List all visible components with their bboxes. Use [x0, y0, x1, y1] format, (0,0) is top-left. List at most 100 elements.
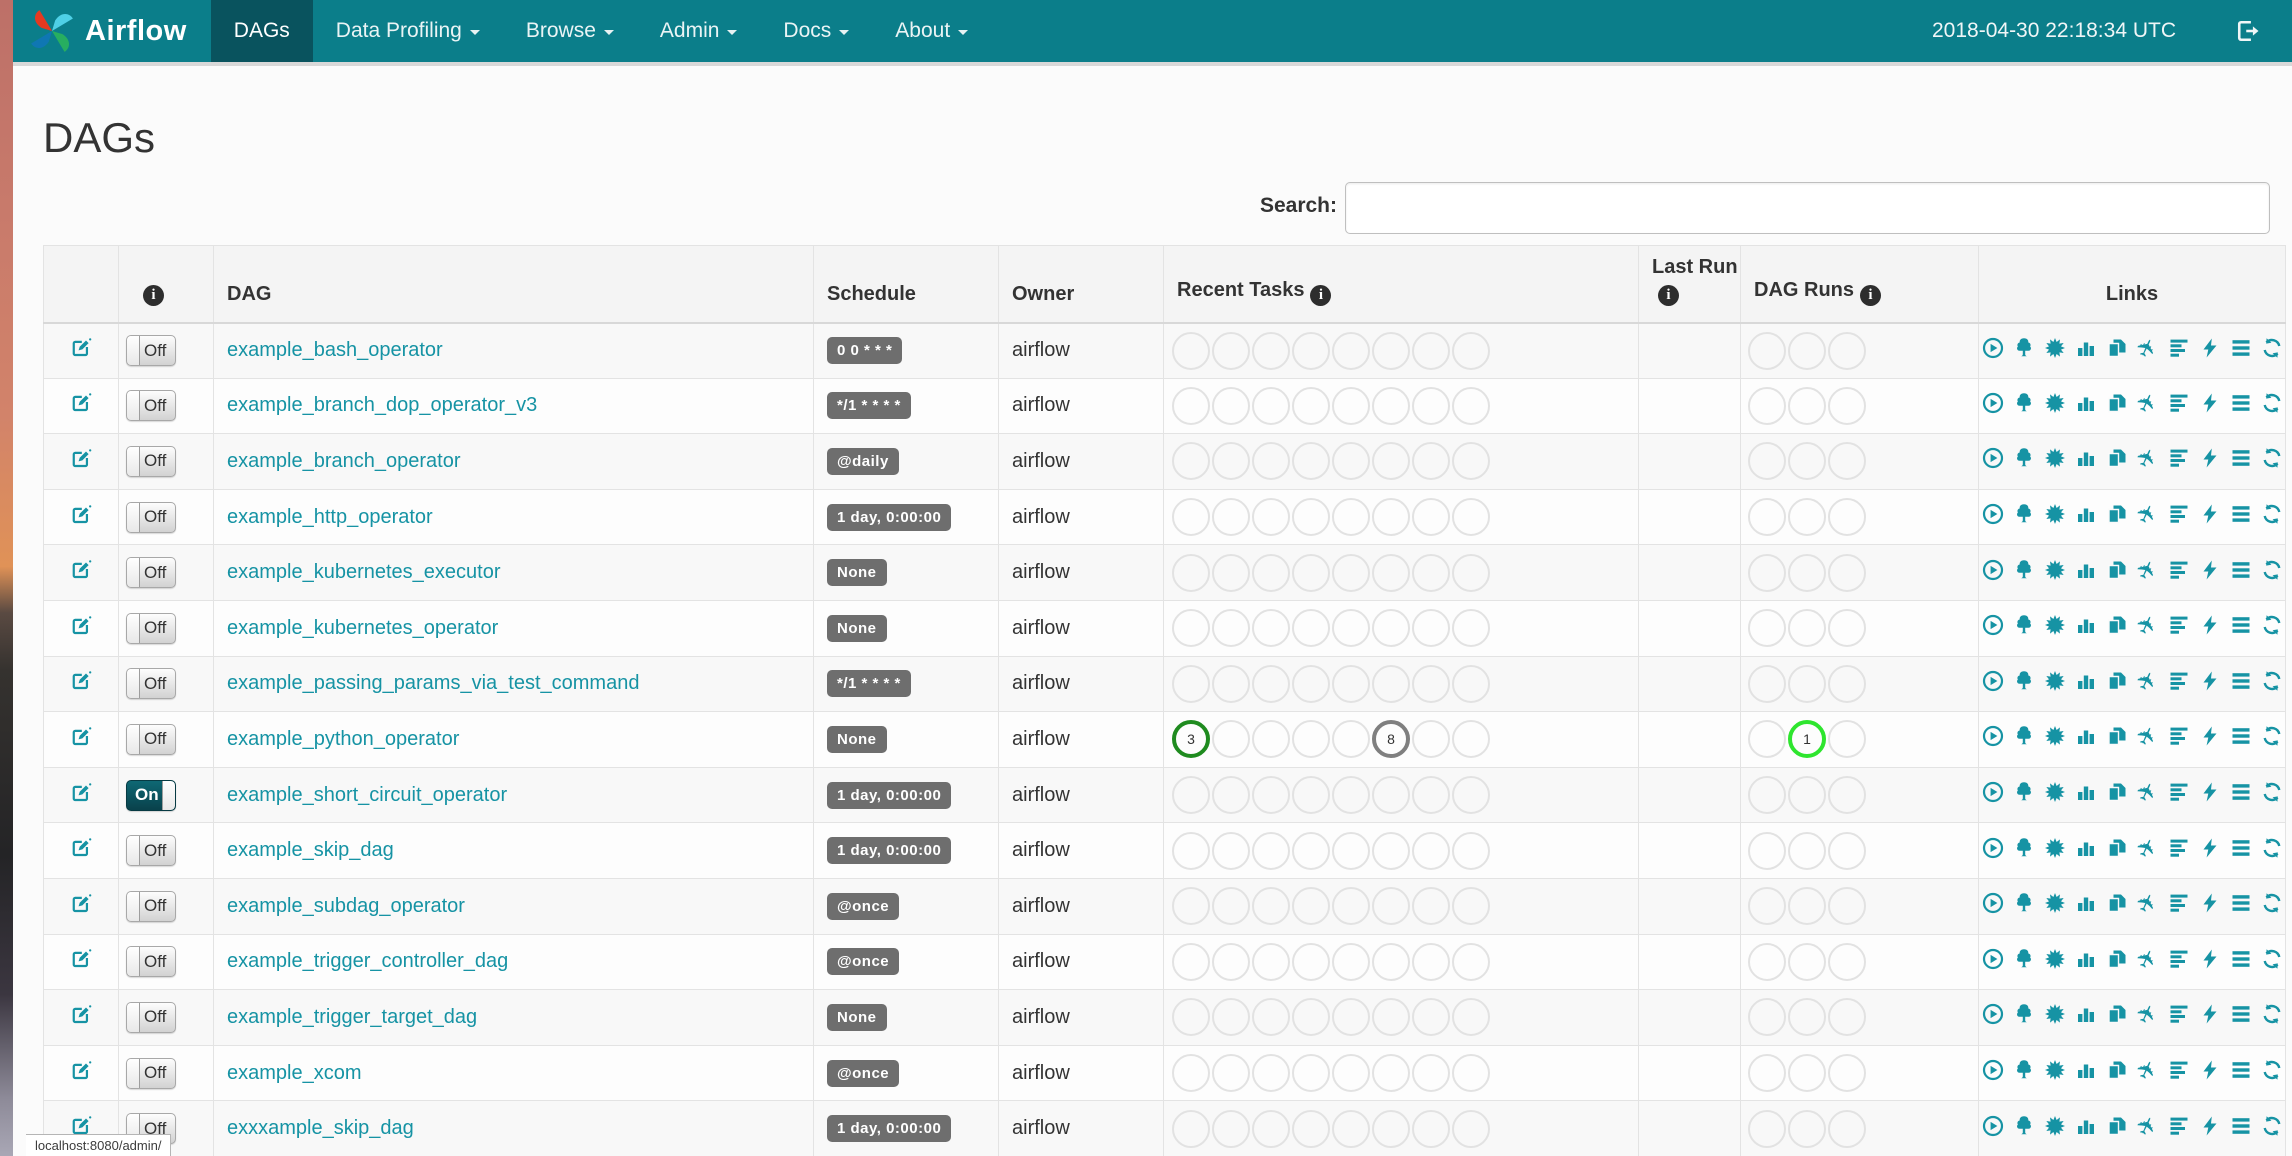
- gantt-icon[interactable]: [2168, 948, 2190, 970]
- task-state-circle[interactable]: [1412, 1054, 1450, 1093]
- gantt-icon[interactable]: [2168, 503, 2190, 525]
- graph-view-icon[interactable]: [2044, 1059, 2066, 1081]
- task-state-circle[interactable]: [1452, 1054, 1490, 1093]
- dag-pause-toggle[interactable]: Off: [126, 1001, 176, 1033]
- dag-link[interactable]: example_python_operator: [227, 728, 459, 750]
- task-state-circle[interactable]: [1252, 998, 1290, 1037]
- gantt-icon[interactable]: [2168, 1115, 2190, 1137]
- refresh-icon[interactable]: [2261, 559, 2283, 581]
- dag-run-circle[interactable]: [1788, 553, 1826, 592]
- dag-run-circle[interactable]: [1748, 998, 1786, 1037]
- task-state-circle[interactable]: [1252, 664, 1290, 703]
- gantt-icon[interactable]: [2168, 447, 2190, 469]
- task-tries-icon[interactable]: [2106, 447, 2128, 469]
- edit-dag-icon[interactable]: [70, 391, 93, 414]
- tree-view-icon[interactable]: [2013, 1059, 2035, 1081]
- code-view-icon[interactable]: [2199, 614, 2221, 636]
- task-state-circle[interactable]: [1332, 720, 1370, 759]
- task-state-circle[interactable]: [1332, 664, 1370, 703]
- landing-times-icon[interactable]: ✈: [2131, 333, 2165, 363]
- refresh-icon[interactable]: [2261, 725, 2283, 747]
- refresh-icon[interactable]: [2261, 614, 2283, 636]
- landing-times-icon[interactable]: ✈: [2131, 1055, 2165, 1085]
- code-view-icon[interactable]: [2199, 1115, 2221, 1137]
- dag-run-circle[interactable]: [1788, 1054, 1826, 1093]
- task-state-circle[interactable]: [1292, 720, 1330, 759]
- task-state-circle[interactable]: [1292, 1054, 1330, 1093]
- task-state-circle[interactable]: [1412, 386, 1450, 425]
- tree-view-icon[interactable]: [2013, 670, 2035, 692]
- task-state-circle[interactable]: [1212, 664, 1250, 703]
- refresh-icon[interactable]: [2261, 837, 2283, 859]
- task-state-circle[interactable]: [1452, 442, 1490, 481]
- dag-run-circle[interactable]: [1748, 1054, 1786, 1093]
- task-state-circle[interactable]: [1372, 498, 1410, 537]
- dag-run-circle[interactable]: [1788, 831, 1826, 870]
- search-input[interactable]: [1345, 182, 2270, 234]
- logs-icon[interactable]: [2230, 1115, 2252, 1137]
- landing-times-icon[interactable]: ✈: [2131, 888, 2165, 918]
- task-duration-icon[interactable]: [2075, 392, 2097, 414]
- task-state-circle[interactable]: [1172, 887, 1210, 926]
- refresh-icon[interactable]: [2261, 670, 2283, 692]
- logs-icon[interactable]: [2230, 503, 2252, 525]
- refresh-icon[interactable]: [2261, 1059, 2283, 1081]
- task-state-circle[interactable]: [1332, 442, 1370, 481]
- dag-pause-toggle[interactable]: Off: [126, 501, 176, 533]
- logs-icon[interactable]: [2230, 614, 2252, 636]
- dag-run-circle[interactable]: [1788, 498, 1826, 537]
- dag-link[interactable]: example_subdag_operator: [227, 895, 465, 917]
- dag-run-circle[interactable]: [1748, 664, 1786, 703]
- task-state-circle[interactable]: [1412, 664, 1450, 703]
- dag-run-circle[interactable]: [1828, 998, 1866, 1037]
- edit-dag-icon[interactable]: [70, 781, 93, 804]
- dag-link[interactable]: example_http_operator: [227, 506, 433, 528]
- task-state-circle[interactable]: [1292, 553, 1330, 592]
- gantt-icon[interactable]: [2168, 781, 2190, 803]
- task-state-circle[interactable]: [1452, 664, 1490, 703]
- dag-run-circle[interactable]: [1828, 386, 1866, 425]
- tree-view-icon[interactable]: [2013, 337, 2035, 359]
- task-state-circle[interactable]: [1172, 331, 1210, 370]
- trigger-dag-icon[interactable]: [1982, 447, 2004, 469]
- graph-view-icon[interactable]: [2044, 781, 2066, 803]
- tree-view-icon[interactable]: [2013, 948, 2035, 970]
- logs-icon[interactable]: [2230, 837, 2252, 859]
- task-state-circle[interactable]: [1292, 776, 1330, 815]
- edit-dag-icon[interactable]: [70, 614, 93, 637]
- dag-pause-toggle[interactable]: Off: [126, 890, 176, 922]
- dag-run-circle[interactable]: [1828, 609, 1866, 648]
- task-duration-icon[interactable]: [2075, 559, 2097, 581]
- dag-run-circle[interactable]: [1748, 887, 1786, 926]
- task-state-circle[interactable]: [1412, 553, 1450, 592]
- tree-view-icon[interactable]: [2013, 892, 2035, 914]
- gantt-icon[interactable]: [2168, 337, 2190, 359]
- trigger-dag-icon[interactable]: [1982, 948, 2004, 970]
- dag-link[interactable]: example_short_circuit_operator: [227, 784, 507, 806]
- graph-view-icon[interactable]: [2044, 948, 2066, 970]
- dag-pause-toggle[interactable]: Off: [126, 723, 176, 755]
- dag-run-circle[interactable]: [1828, 1054, 1866, 1093]
- task-state-circle[interactable]: [1332, 776, 1370, 815]
- task-state-circle[interactable]: [1172, 776, 1210, 815]
- task-tries-icon[interactable]: [2106, 948, 2128, 970]
- task-state-circle[interactable]: [1452, 942, 1490, 981]
- tree-view-icon[interactable]: [2013, 781, 2035, 803]
- task-state-circle[interactable]: [1252, 609, 1290, 648]
- task-state-circle[interactable]: [1412, 831, 1450, 870]
- dag-run-circle[interactable]: [1828, 498, 1866, 537]
- task-state-circle[interactable]: [1412, 887, 1450, 926]
- gantt-icon[interactable]: [2168, 837, 2190, 859]
- task-state-circle[interactable]: [1212, 942, 1250, 981]
- task-state-circle[interactable]: [1252, 442, 1290, 481]
- task-state-circle[interactable]: [1412, 1109, 1450, 1148]
- dag-run-circle[interactable]: [1828, 331, 1866, 370]
- task-state-circle[interactable]: [1412, 331, 1450, 370]
- task-duration-icon[interactable]: [2075, 948, 2097, 970]
- task-state-circle[interactable]: [1332, 386, 1370, 425]
- refresh-icon[interactable]: [2261, 1115, 2283, 1137]
- graph-view-icon[interactable]: [2044, 503, 2066, 525]
- tree-view-icon[interactable]: [2013, 1115, 2035, 1137]
- task-state-circle[interactable]: [1212, 998, 1250, 1037]
- trigger-dag-icon[interactable]: [1982, 1059, 2004, 1081]
